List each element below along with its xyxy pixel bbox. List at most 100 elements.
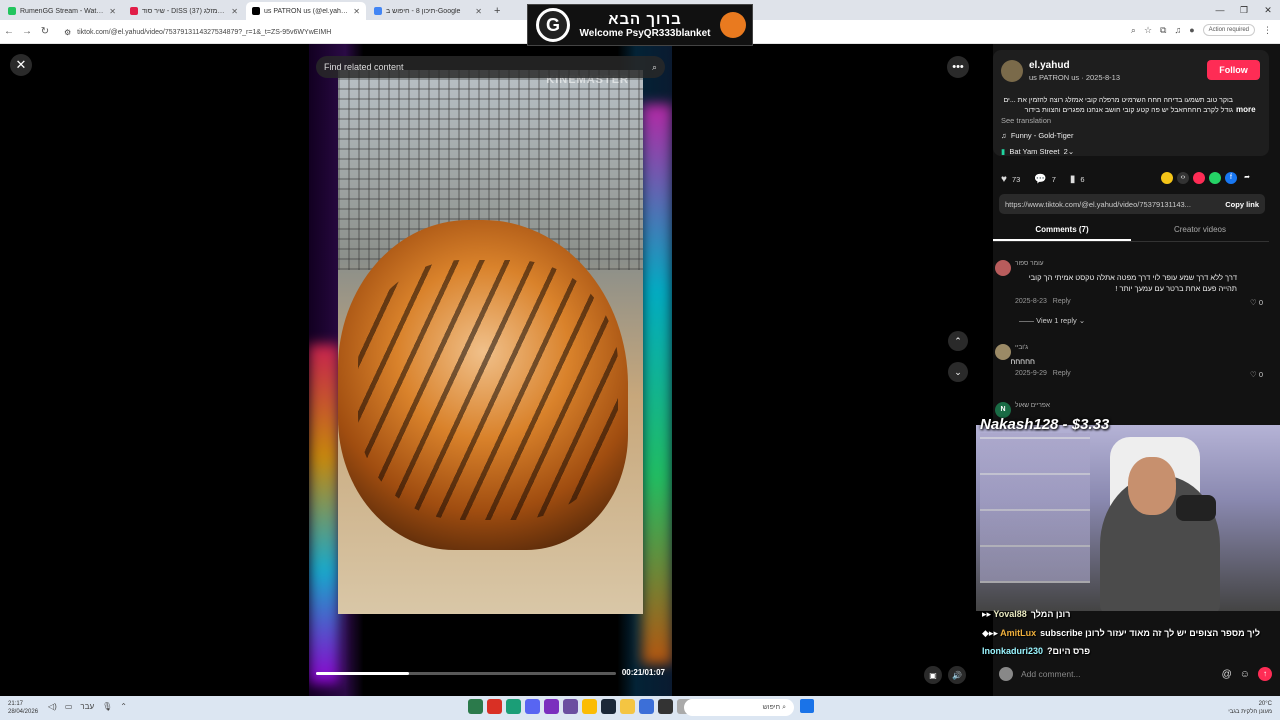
app-icon[interactable] — [487, 699, 502, 714]
coin-icon[interactable] — [1161, 172, 1173, 184]
tab-creator-videos[interactable]: Creator videos — [1131, 222, 1269, 241]
browser-tab[interactable]: תיכון 8 - חיפוש ב-Google ✕ — [368, 2, 488, 20]
related-search-bar[interactable]: Find related content ⌕ — [316, 56, 665, 78]
tab-close-icon[interactable]: ✕ — [475, 7, 482, 16]
comment-like[interactable]: ♡ 0 — [1250, 298, 1263, 307]
bookmark-star-icon[interactable]: ☆ — [1144, 25, 1152, 36]
folder-icon[interactable] — [620, 699, 635, 714]
app-icon[interactable] — [468, 699, 483, 714]
next-video-button[interactable]: ⌄ — [948, 362, 968, 382]
media-control-icon[interactable]: ♫ — [1174, 25, 1181, 35]
reply-button[interactable]: Reply — [1053, 370, 1071, 377]
divider-line: —— — [1019, 316, 1037, 325]
reply-button[interactable]: Reply — [1053, 298, 1071, 305]
clock[interactable]: 21:17 28/04/2026 — [8, 700, 38, 716]
location-row[interactable]: ▮ Bat Yam Street 2⌄ — [1001, 147, 1074, 156]
commenter-avatar[interactable] — [995, 260, 1011, 276]
author-avatar[interactable] — [1001, 60, 1023, 82]
comment-stat[interactable]: 💬 7 — [1034, 174, 1056, 185]
minimize-icon[interactable]: — — [1208, 0, 1232, 20]
tab-comments[interactable]: Comments (7) — [993, 222, 1131, 241]
profile-icon[interactable]: ● — [1189, 25, 1194, 35]
video-frame[interactable]: KINEMASTER Find related content ⌕ 00:21/… — [309, 44, 672, 696]
copy-link-button[interactable]: Copy link — [1219, 200, 1265, 209]
weather-widget[interactable]: 20°C מעונן חלקית בגבי — [1228, 700, 1272, 716]
emoji-icon[interactable]: ☺ — [1240, 669, 1250, 680]
extensions-icon[interactable]: ⧉ — [1160, 25, 1166, 36]
embed-icon[interactable]: ‹› — [1177, 172, 1189, 184]
app-icon[interactable] — [544, 699, 559, 714]
app-icon[interactable] — [563, 699, 578, 714]
author-username[interactable]: el.yahud — [1029, 60, 1070, 71]
app-icon[interactable] — [658, 699, 673, 714]
share-link-text[interactable]: https://www.tiktok.com/@el.yahud/video/7… — [999, 200, 1219, 209]
new-tab-button[interactable]: + — [494, 5, 500, 17]
chevron-up-icon[interactable]: ⌃ — [120, 702, 127, 711]
browser-tab[interactable]: שיר סוד - DISS קובי אמזלג (37) ✕ — [124, 2, 244, 20]
search-icon[interactable]: ⌕ — [652, 62, 657, 73]
like-stat[interactable]: ♥ 73 — [1001, 174, 1020, 185]
network-icon[interactable]: ▭ — [65, 702, 73, 711]
action-required-button[interactable]: Action required — [1202, 24, 1255, 36]
search-text: חיפוש — [762, 704, 781, 711]
send-icon[interactable] — [1193, 172, 1205, 184]
comment-like[interactable]: ♡ 0 — [1250, 370, 1263, 379]
commenter-name[interactable]: אפריים שאול — [1015, 402, 1050, 409]
browser-tab[interactable]: RumenGG Stream - Watch Live ✕ — [2, 2, 122, 20]
menu-icon[interactable]: ⋮ — [1263, 25, 1272, 36]
banner-hebrew-text: ברוך הבא — [608, 11, 682, 28]
cam-microphone — [1176, 495, 1216, 521]
weather-desc: מעונן חלקית בגבי — [1228, 709, 1272, 715]
app-icon[interactable] — [525, 699, 540, 714]
reload-icon[interactable]: ↻ — [36, 26, 54, 37]
start-button-icon[interactable] — [800, 699, 814, 713]
os-taskbar: 21:17 28/04/2026 ◁) ▭ עבר 🎙 ⌃ חיפוש ⌕ 20°… — [0, 696, 1280, 720]
chrome-icon[interactable] — [582, 699, 597, 714]
add-comment-input[interactable]: Add comment... — [1013, 669, 1222, 679]
steam-icon[interactable] — [601, 699, 616, 714]
app-icon[interactable] — [639, 699, 654, 714]
tiktok-icon — [252, 7, 260, 15]
mention-icon[interactable]: @ — [1222, 669, 1232, 680]
close-window-icon[interactable]: ✕ — [1256, 0, 1280, 20]
view-replies-button[interactable]: —— View 1 reply ⌄ — [1019, 316, 1085, 325]
add-comment-bar: Add comment... @ ☺ ↑ — [993, 662, 1280, 686]
url-field[interactable]: ⚙ tiktok.com/@el.yahud/video/753791311432… — [64, 24, 534, 40]
browser-tab-active[interactable]: us PATRON us (@el.yahud) ✕ — [246, 2, 366, 20]
tab-close-icon[interactable]: ✕ — [353, 7, 360, 16]
app-icon[interactable] — [506, 699, 521, 714]
follow-button[interactable]: Follow — [1207, 60, 1260, 80]
post-comment-button[interactable]: ↑ — [1258, 667, 1272, 681]
volume-tray-icon[interactable]: ◁) — [48, 702, 57, 711]
language-indicator[interactable]: עבר — [80, 702, 94, 711]
back-icon[interactable]: ← — [0, 26, 18, 37]
video-progress-bar[interactable] — [316, 672, 616, 675]
search-placeholder: Find related content — [324, 62, 404, 72]
more-options-button[interactable]: ••• — [947, 56, 969, 78]
forward-icon[interactable]: → — [18, 26, 36, 37]
share-arrow-icon[interactable]: ➦ — [1241, 172, 1253, 184]
music-row[interactable]: ♫ Funny - Gold-Tiger — [1001, 131, 1073, 140]
tab-close-icon[interactable]: ✕ — [231, 7, 238, 16]
mic-tray-icon[interactable]: 🎙 — [102, 702, 112, 711]
zoom-icon[interactable]: ⌕ — [1131, 25, 1136, 36]
commenter-name[interactable]: עומר ספור — [1015, 260, 1044, 267]
chat-message: Inonkaduri230 ?פרס היום — [982, 646, 1090, 656]
site-info-icon[interactable]: ⚙ — [64, 28, 71, 37]
tab-close-icon[interactable]: ✕ — [109, 7, 116, 16]
volume-icon[interactable]: 🔊 — [948, 666, 966, 684]
taskbar-search[interactable]: חיפוש ⌕ — [684, 699, 794, 716]
facebook-icon[interactable]: f — [1225, 172, 1237, 184]
more-link[interactable]: more — [1236, 105, 1256, 114]
see-translation-link[interactable]: See translation — [1001, 116, 1051, 125]
close-video-button[interactable]: ✕ — [10, 54, 32, 76]
save-stat[interactable]: ▮ 6 — [1070, 174, 1085, 185]
previous-video-button[interactable]: ⌃ — [948, 331, 968, 351]
miniplayer-icon[interactable]: ▣ — [924, 666, 942, 684]
maximize-icon[interactable]: ❐ — [1232, 0, 1256, 20]
comment-item: עומר ספור דרך ללא דרך שמע עופר לוי דרך מ… — [993, 260, 1269, 310]
commenter-name[interactable]: ג'וביי — [1015, 344, 1028, 351]
whatsapp-icon[interactable] — [1209, 172, 1221, 184]
video-progress-fill — [316, 672, 409, 675]
commenter-avatar[interactable] — [995, 344, 1011, 360]
